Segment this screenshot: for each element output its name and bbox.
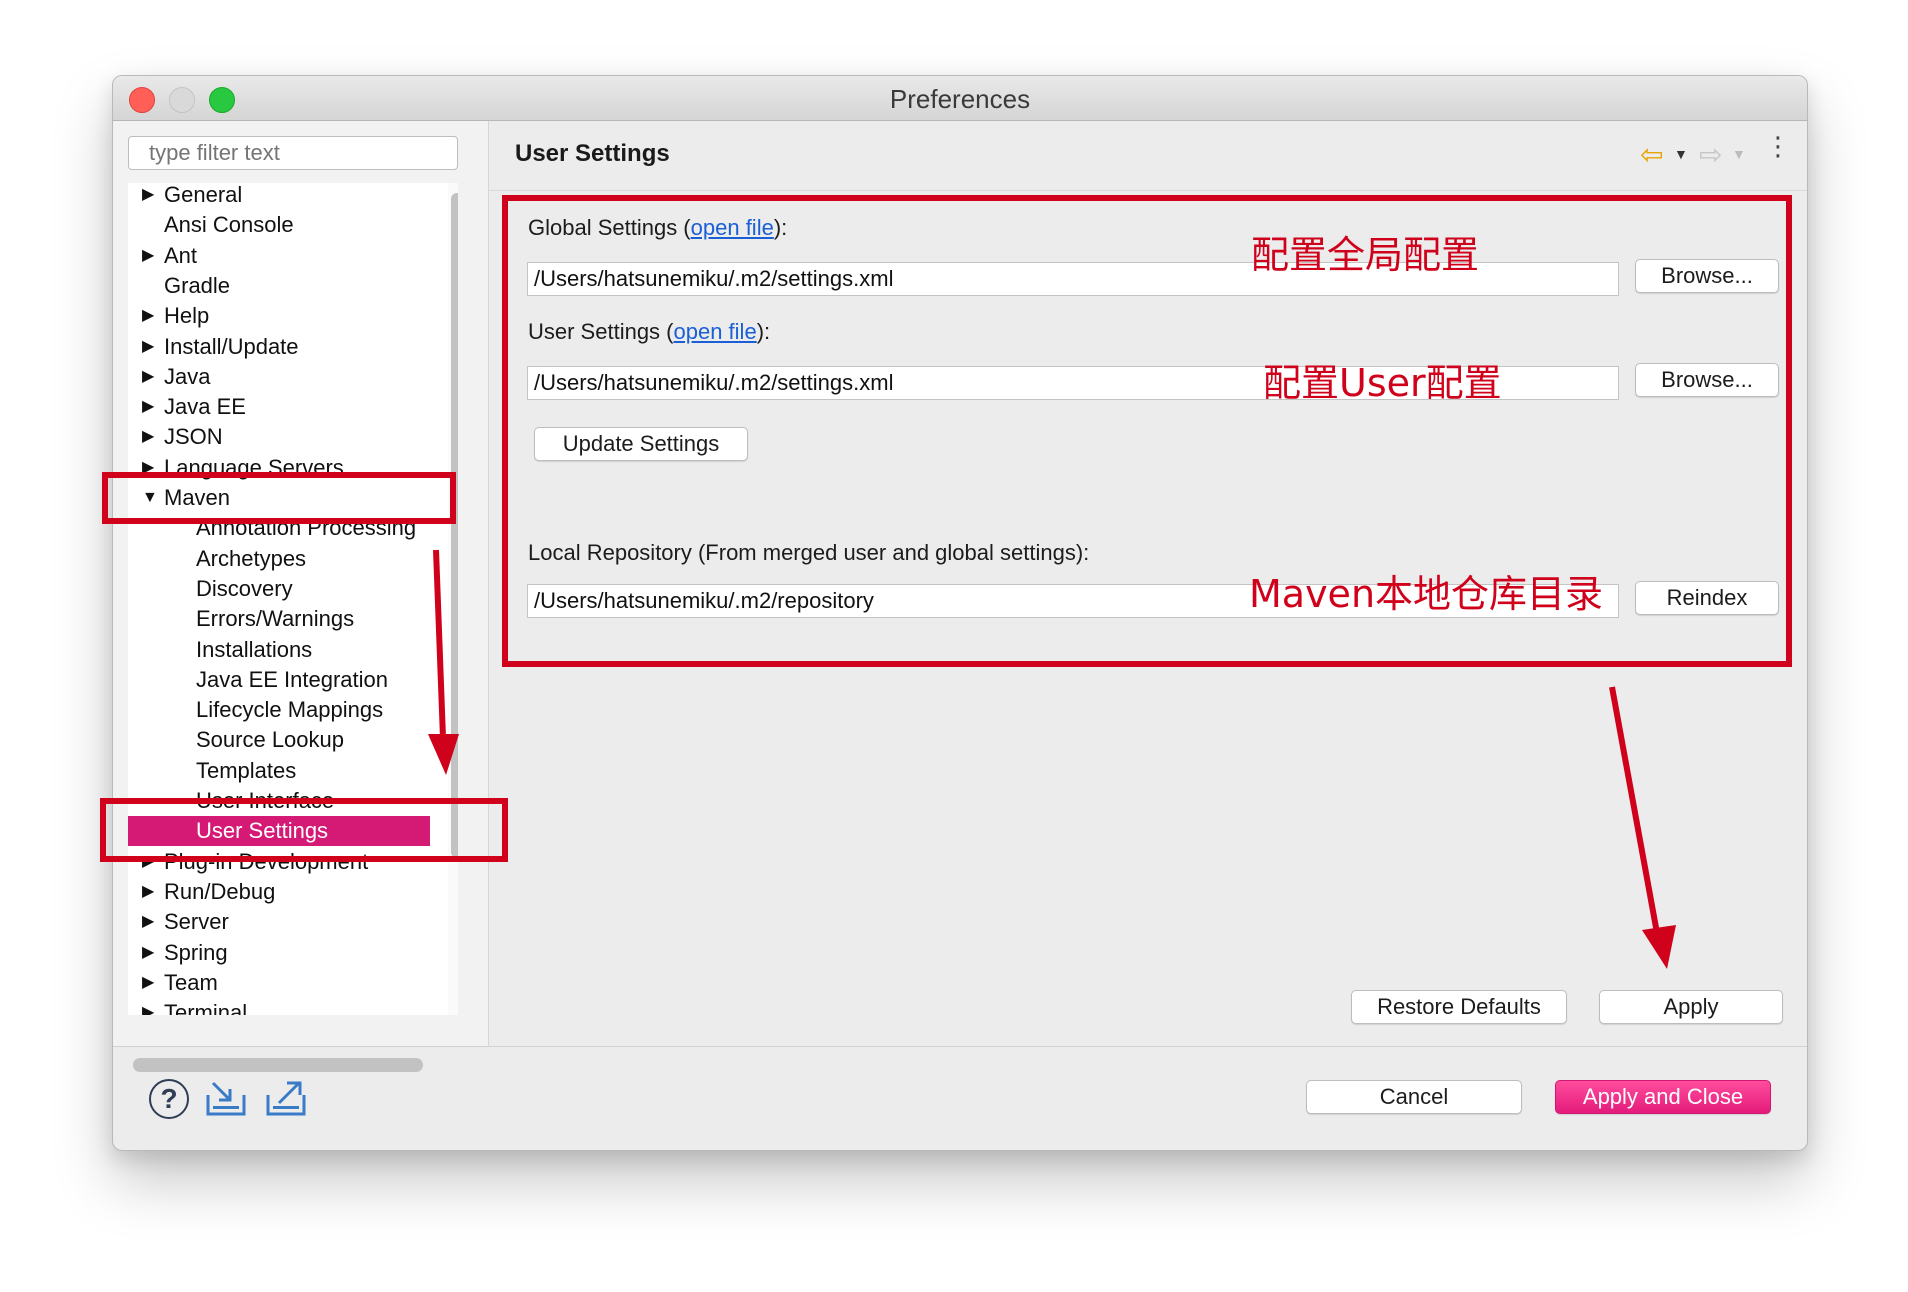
annotation-arrow-down-left	[433, 549, 446, 739]
annotation-arrows	[428, 549, 1676, 969]
annotation-arrowhead-left	[428, 734, 459, 775]
annotation-arrow-to-apply	[1609, 686, 1660, 934]
annotation-arrowhead-right	[1642, 925, 1676, 969]
